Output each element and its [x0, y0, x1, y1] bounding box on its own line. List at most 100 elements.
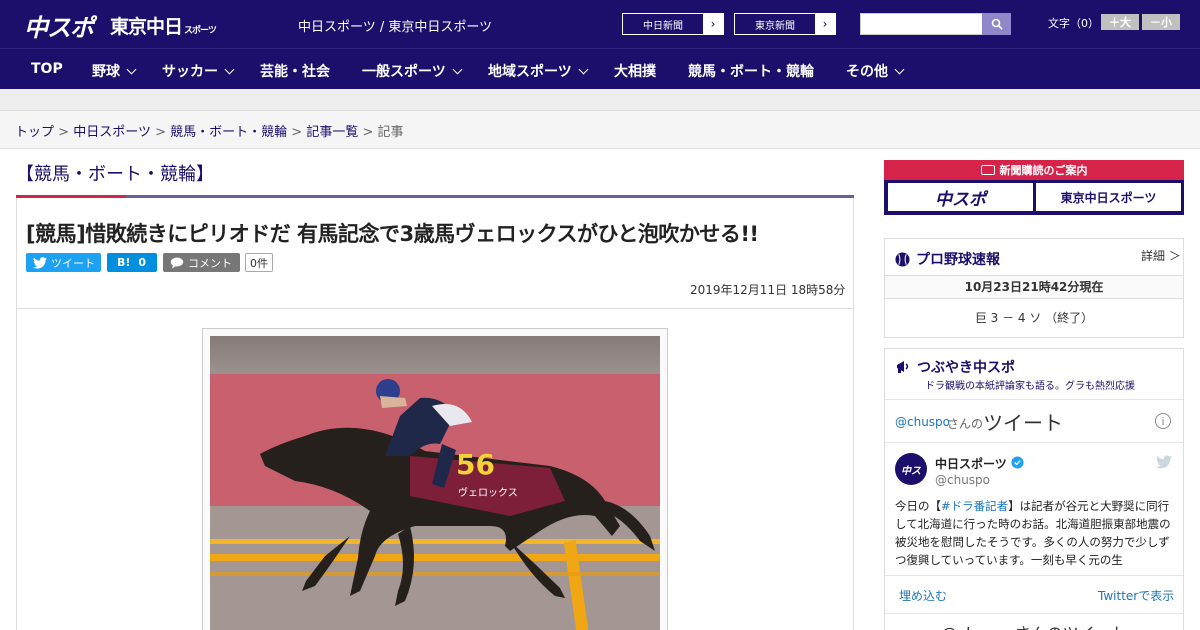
- article-photo[interactable]: 56 ヴェロックス: [210, 336, 660, 630]
- tweets-box: つぶやき中スポ ドラ観戦の本紙評論家も語る。グラも熱烈応援 @chuspo さん…: [884, 348, 1184, 630]
- font-bigger-button[interactable]: ＋大: [1101, 14, 1139, 30]
- speech-bubble-icon: [170, 257, 184, 268]
- tweet-hashtag-link[interactable]: #ドラ番記者: [941, 499, 1008, 513]
- baseball-box-header: プロ野球速報: [895, 249, 1000, 269]
- category-heading: 【競馬・ボート・競輪】: [16, 164, 214, 185]
- tokyo-chunichi-logo[interactable]: 東京中日 スポーツ: [110, 12, 217, 39]
- chunichi-shimbun-link-label: 中日新聞: [643, 20, 683, 32]
- megaphone-icon: [897, 361, 909, 373]
- nav-item-baseball[interactable]: 野球: [92, 61, 137, 81]
- main-nav: TOP 野球 サッカー 芸能・社会 一般スポーツ 地域スポーツ 大相撲 競馬・ボ…: [0, 48, 1200, 89]
- chevron-right-icon: ›: [703, 14, 723, 34]
- twitter-bird-icon: [33, 256, 47, 269]
- font-smaller-button[interactable]: －小: [1142, 14, 1180, 30]
- nav-item-general-sports[interactable]: 一般スポーツ: [362, 61, 463, 81]
- nav-item-sumo[interactable]: 大相撲: [614, 61, 656, 81]
- hatena-bookmark-button[interactable]: B! 0: [107, 253, 157, 272]
- comment-button-label: コメント: [188, 256, 232, 270]
- nav-item-label: サッカー: [162, 64, 218, 80]
- subscribe-chuspo-button[interactable]: 中スポ: [888, 183, 1033, 211]
- avatar[interactable]: 中ス: [895, 453, 927, 485]
- nav-item-top[interactable]: TOP: [31, 61, 63, 77]
- chunichi-shimbun-link[interactable]: 中日新聞 ›: [622, 13, 724, 35]
- tweet-button[interactable]: ツイート: [26, 253, 101, 272]
- newspaper-icon: [980, 165, 995, 175]
- breadcrumb-separator: >: [155, 125, 166, 140]
- tweets-box-header: つぶやき中スポ: [895, 357, 1015, 377]
- nav-item-label: 地域スポーツ: [488, 64, 572, 80]
- nav-item-other[interactable]: その他: [846, 61, 905, 81]
- tokyo-shimbun-link-label: 東京新聞: [755, 20, 795, 32]
- comment-count: 0件: [245, 253, 273, 272]
- info-icon[interactable]: i: [1155, 413, 1171, 429]
- nav-item-label: 大相撲: [614, 64, 656, 80]
- chevron-down-icon: [894, 64, 905, 75]
- site-title: 中日スポーツ / 東京中日スポーツ: [298, 20, 493, 35]
- ad-strip: [0, 89, 1200, 111]
- nav-item-regional-sports[interactable]: 地域スポーツ: [488, 61, 589, 81]
- twitter-bird-icon[interactable]: [1156, 455, 1172, 469]
- chevron-down-icon: [578, 64, 589, 75]
- nav-item-racing[interactable]: 競馬・ボート・競輪: [688, 61, 814, 81]
- racehorse-photo-icon: 56 ヴェロックス: [210, 336, 660, 630]
- tokyo-shimbun-link[interactable]: 東京新聞 ›: [734, 13, 836, 35]
- article-divider: [16, 308, 854, 309]
- breadcrumb-link-top[interactable]: トップ: [15, 125, 54, 140]
- font-size-label: 文字（0）: [1048, 17, 1099, 30]
- chevron-down-icon: [452, 64, 463, 75]
- embed-link[interactable]: 埋め込む: [899, 587, 947, 604]
- twitter-widget-header: @chuspo さんの ツイート i: [885, 399, 1183, 443]
- nav-item-soccer[interactable]: サッカー: [162, 61, 235, 81]
- subscription-caption-text: 新聞購読のご案内: [999, 164, 1088, 177]
- breadcrumb-link-chunichi-sports[interactable]: 中日スポーツ: [73, 125, 151, 140]
- tweet-text-pre: 今日の【: [895, 499, 941, 513]
- verified-badge-icon: [1011, 456, 1024, 469]
- breadcrumb-current: 記事: [377, 125, 404, 140]
- nav-item-label: TOP: [31, 61, 63, 77]
- nav-item-entertainment[interactable]: 芸能・社会: [260, 61, 330, 81]
- chevron-down-icon: [224, 64, 235, 75]
- nav-item-label: 競馬・ボート・競輪: [688, 64, 814, 80]
- chuspo-logo[interactable]: 中スポ: [24, 8, 94, 43]
- subscription-caption: 新聞購読のご案内: [884, 160, 1184, 180]
- nav-item-label: 野球: [92, 64, 120, 80]
- baseball-box-title: プロ野球速報: [916, 252, 1000, 268]
- baseball-timestamp: 10月23日21時42分現在: [885, 275, 1183, 299]
- tweet-account-name[interactable]: 中日スポーツ: [935, 455, 1007, 472]
- tokyo-chunichi-logo-text: 東京中日: [110, 16, 183, 38]
- breadcrumb-separator: >: [58, 125, 70, 140]
- hatena-bookmark-icon: B!: [117, 256, 131, 269]
- saddlecloth-name: ヴェロックス: [458, 486, 518, 499]
- breadcrumb-link-article-list[interactable]: 記事一覧: [306, 125, 358, 140]
- tweet-button-label: ツイート: [51, 256, 95, 270]
- baseball-detail-link[interactable]: 詳細 ＞: [1141, 247, 1181, 264]
- baseball-score-box: プロ野球速報 詳細 ＞ 10月23日21時42分現在 巨 3 － 4 ソ （終了…: [884, 238, 1184, 338]
- breadcrumb-link-racing[interactable]: 競馬・ボート・競輪: [170, 125, 287, 140]
- breadcrumb: トップ > 中日スポーツ > 競馬・ボート・競輪 > 記事一覧 > 記事: [15, 121, 404, 140]
- tweets-box-subtitle: ドラ観戦の本紙評論家も語る。グラも熱烈応援: [925, 381, 1135, 392]
- tweet-text: 今日の【#ドラ番記者】は記者が谷元と大野奨に同行して北海道に行った時のお話。北海…: [895, 497, 1175, 569]
- chevron-down-icon: [126, 64, 137, 75]
- view-on-twitter-link[interactable]: Twitterで表示: [1098, 587, 1174, 604]
- breadcrumb-separator: >: [291, 125, 303, 140]
- article-title: [競馬]惜敗続きにピリオドだ 有馬記念で3歳馬ヴェロックスがひと泡吹かせる!!: [26, 222, 759, 246]
- twitter-widget-handle[interactable]: @chuspo: [895, 415, 950, 429]
- nav-item-label: その他: [846, 64, 888, 80]
- saddlecloth-number: 56: [456, 448, 495, 481]
- tokyo-chunichi-logo-sub: スポーツ: [184, 26, 217, 36]
- baseball-score-row[interactable]: 巨 3 － 4 ソ （終了）: [885, 309, 1183, 326]
- article-date: 2019年12月11日 18時58分: [690, 283, 846, 297]
- nav-item-label: 一般スポーツ: [362, 64, 446, 80]
- twitter-widget-more[interactable]: @chuspoさんのツイート: [885, 613, 1183, 630]
- twitter-widget-suffix: さんの: [947, 417, 984, 431]
- twitter-widget-title: ツイート: [983, 411, 1063, 435]
- twitter-widget-footer: 埋め込む Twitterで表示: [885, 575, 1183, 613]
- search-icon: [991, 18, 1003, 30]
- subscribe-tokyo-chunichi-button[interactable]: 東京中日スポーツ: [1036, 183, 1181, 211]
- search-button[interactable]: [982, 13, 1011, 35]
- hatena-bookmark-count: 0: [138, 256, 147, 269]
- search-input[interactable]: [860, 13, 983, 35]
- comment-button[interactable]: コメント: [163, 253, 240, 272]
- tweet-account-handle[interactable]: @chuspo: [935, 473, 990, 487]
- tweets-box-title: つぶやき中スポ: [917, 360, 1015, 376]
